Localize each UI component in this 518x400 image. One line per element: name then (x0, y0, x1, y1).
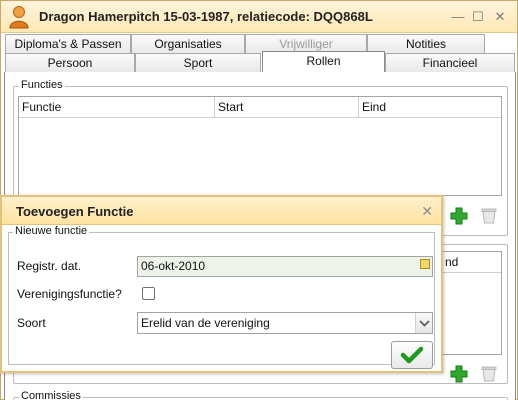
add-functie-icon[interactable] (449, 206, 469, 226)
dialog-title: Toevoegen Functie (16, 204, 134, 219)
add-role-icon[interactable] (449, 364, 469, 384)
verenigingsfunctie-checkbox[interactable] (142, 287, 155, 300)
tab-diplomas-passen[interactable]: Diploma's & Passen (5, 34, 131, 53)
date-picker-icon[interactable] (420, 259, 430, 269)
nieuwe-functie-legend: Nieuwe functie (13, 225, 90, 237)
registr-dat-value: 06-okt-2010 (141, 259, 206, 273)
soort-select[interactable]: Erelid van de vereniging (137, 312, 433, 334)
ok-button[interactable] (391, 341, 433, 369)
dialog-body: Nieuwe functie Registr. dat. 06-okt-2010… (2, 225, 441, 371)
toevoegen-functie-dialog: Toevoegen Functie ✕ Nieuwe functie Regis… (0, 195, 443, 373)
window-title: Dragon Hamerpitch 15-03-1987, relatiecod… (39, 9, 373, 24)
column-header-functie[interactable]: Functie (19, 97, 215, 118)
verenigingsfunctie-label: Verenigingsfunctie? (17, 287, 122, 301)
column-header-start[interactable]: Start (215, 97, 359, 118)
functies-table[interactable]: Functie Start Eind (18, 96, 502, 196)
tab-organisaties[interactable]: Organisaties (131, 34, 245, 53)
functies-legend: Functies (19, 79, 65, 91)
dialog-close-icon[interactable]: ✕ (421, 203, 433, 220)
chevron-down-icon[interactable] (415, 313, 432, 333)
tab-row-top: Diploma's & Passen Organisaties Vrijwill… (1, 34, 518, 53)
delete-role-icon[interactable] (479, 364, 499, 384)
dialog-title-bar[interactable]: Toevoegen Functie ✕ (2, 197, 441, 225)
minimize-button[interactable]: — (451, 10, 465, 24)
soort-value: Erelid van de vereniging (141, 316, 270, 330)
column-header-eind[interactable]: Eind (359, 97, 503, 118)
tab-row-bottom: Persoon Sport Rollen Financieel (1, 51, 518, 73)
soort-label: Soort (17, 316, 46, 330)
tab-rollen[interactable]: Rollen (262, 51, 385, 73)
delete-functie-icon[interactable] (479, 206, 499, 226)
checkmark-icon (400, 346, 424, 364)
user-avatar-icon (9, 6, 29, 29)
tab-sport[interactable]: Sport (135, 53, 261, 72)
functies-table-header: Functie Start Eind (19, 97, 501, 118)
maximize-button[interactable]: ☐ (471, 10, 485, 24)
tab-financieel[interactable]: Financieel (385, 53, 515, 72)
column-header-eind-partial[interactable]: nd (442, 252, 503, 273)
commissies-legend: Commissies (19, 390, 83, 400)
tab-persoon[interactable]: Persoon (5, 53, 135, 72)
title-bar: Dragon Hamerpitch 15-03-1987, relatiecod… (1, 1, 517, 33)
nieuwe-functie-fieldset: Nieuwe functie Registr. dat. 06-okt-2010… (8, 225, 435, 369)
registr-dat-input[interactable]: 06-okt-2010 (137, 256, 433, 277)
close-window-button[interactable]: ✕ (493, 10, 507, 24)
registr-dat-label: Registr. dat. (17, 259, 82, 273)
